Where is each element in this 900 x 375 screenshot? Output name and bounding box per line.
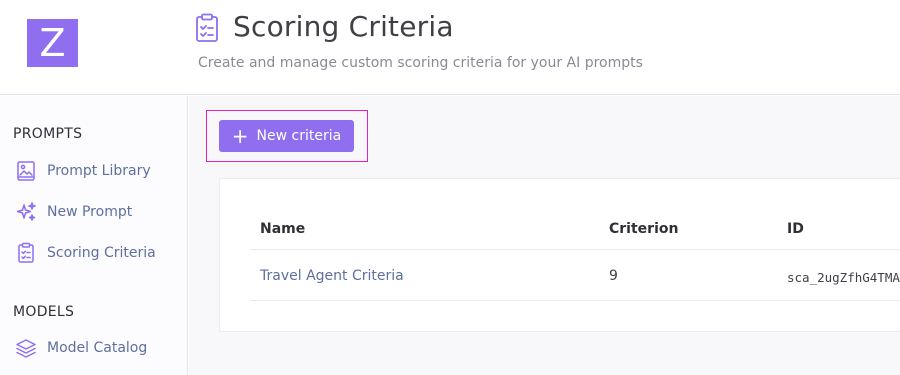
row-divider — [250, 300, 900, 301]
sidebar-item-label: Model Catalog — [47, 340, 148, 356]
sidebar-item-new-prompt[interactable]: New Prompt — [15, 200, 132, 224]
new-criteria-highlight: + New criteria — [206, 110, 368, 162]
column-header-criterion[interactable]: Criterion — [609, 221, 678, 237]
clipboard-list-icon — [18, 242, 34, 263]
header-divider — [250, 249, 900, 250]
new-criteria-label: New criteria — [256, 128, 342, 144]
criteria-table: Name Criterion ID Travel Agent Criteria … — [219, 178, 900, 332]
column-header-id[interactable]: ID — [787, 221, 804, 237]
sidebar: PROMPTS Prompt Library New Prompt Scorin… — [0, 96, 188, 375]
page-title: Scoring Criteria — [233, 10, 454, 43]
main-content: + New criteria Name Criterion ID Travel … — [189, 96, 900, 375]
sidebar-item-prompt-library[interactable]: Prompt Library — [15, 159, 151, 183]
sidebar-item-model-catalog[interactable]: Model Catalog — [15, 336, 147, 360]
sparkles-icon — [16, 202, 36, 221]
criteria-id: sca_2ugZfhG4TMA — [787, 270, 900, 285]
plus-icon: + — [231, 124, 249, 148]
layers-icon — [16, 339, 36, 358]
page-subtitle: Create and manage custom scoring criteri… — [198, 55, 643, 71]
criteria-name-link[interactable]: Travel Agent Criteria — [260, 268, 404, 284]
top-header: Z Scoring Criteria Create and manage cus… — [0, 0, 900, 95]
new-criteria-button[interactable]: + New criteria — [219, 120, 354, 152]
criterion-count: 9 — [609, 268, 618, 284]
sidebar-section-prompts: PROMPTS — [13, 126, 83, 142]
app-logo[interactable]: Z — [27, 19, 78, 67]
image-book-icon — [17, 161, 35, 181]
sidebar-item-label: Scoring Criteria — [47, 245, 156, 261]
sidebar-section-models: MODELS — [13, 304, 75, 320]
sidebar-item-label: Prompt Library — [47, 163, 151, 179]
sidebar-item-scoring-criteria[interactable]: Scoring Criteria — [15, 241, 156, 265]
sidebar-item-label: New Prompt — [47, 204, 133, 220]
column-header-name[interactable]: Name — [260, 221, 305, 237]
clipboard-list-icon — [196, 13, 218, 42]
